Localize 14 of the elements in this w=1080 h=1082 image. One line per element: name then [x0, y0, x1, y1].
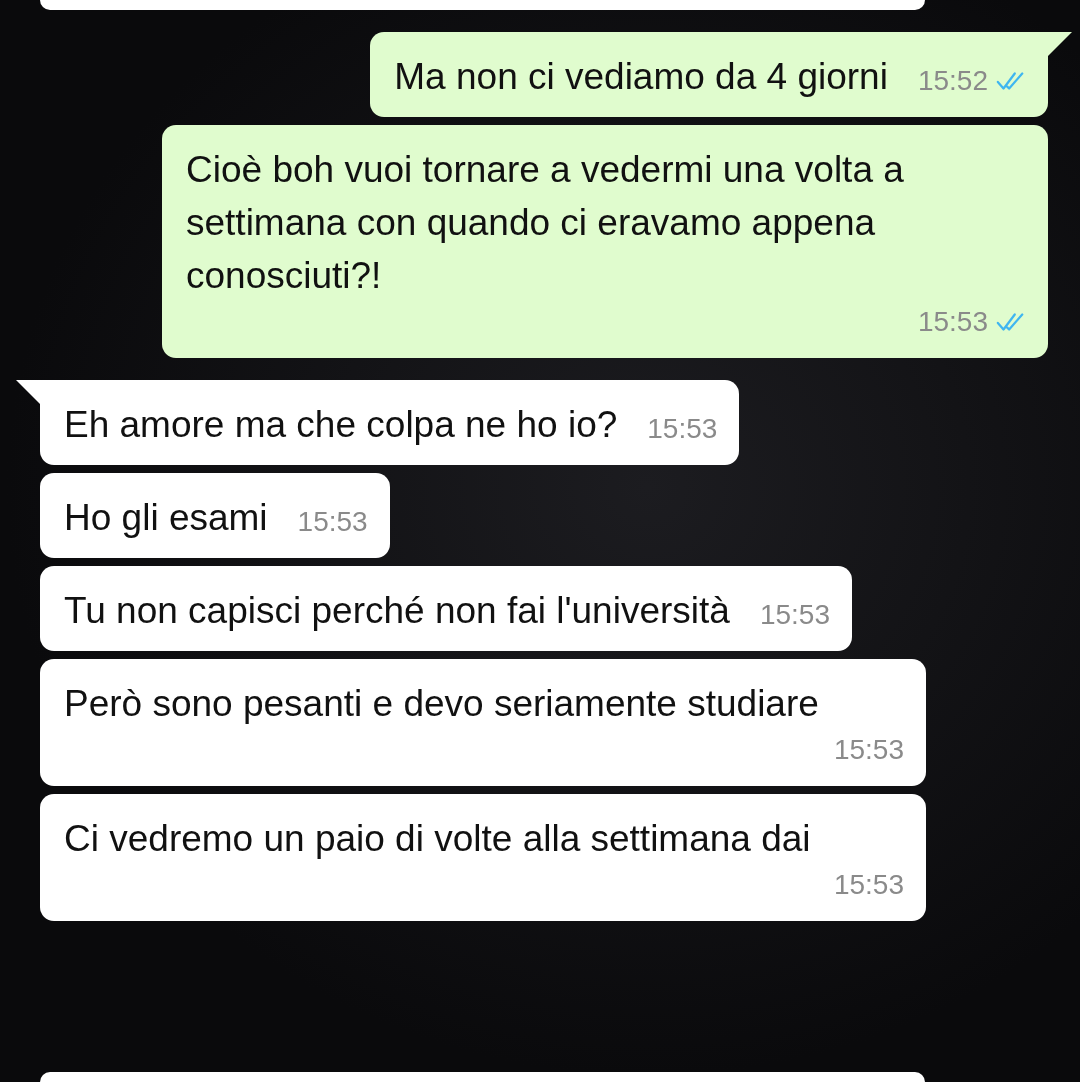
message-time: 15:53	[833, 868, 904, 902]
message-time: 15:53	[759, 598, 830, 632]
message-time: 15:53	[833, 733, 904, 767]
message-time: 15:53	[297, 505, 368, 539]
message-time: 15:53	[917, 305, 988, 339]
message-text: Eh amore ma che colpa ne ho io?	[64, 403, 618, 447]
message-text: Ma non ci vediamo da 4 giorni	[394, 55, 888, 99]
message-text: Però sono pesanti e devo seriamente studiare	[64, 682, 819, 726]
message-text: Cioè boh vuoi tornare a vedermi una volta a settimana con quando ci eravamo appena conosciuti?!	[186, 148, 905, 298]
message-time: 15:52	[917, 64, 988, 98]
message-text: Ci vedremo un paio di volte alla settimana dai	[64, 817, 811, 861]
message-text: Tu non capisci perché non fai l'università	[64, 589, 730, 633]
message-time: 15:53	[647, 412, 718, 446]
message-text: Ho gli esami	[64, 496, 268, 540]
